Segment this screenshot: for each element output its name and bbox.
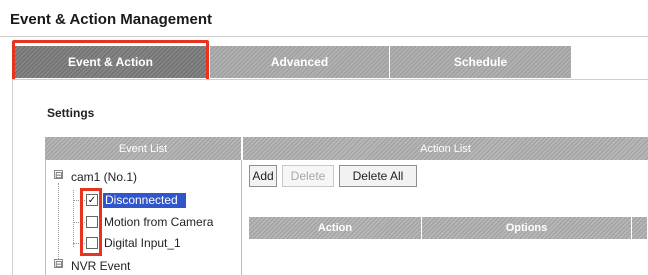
tab-schedule[interactable]: Schedule (390, 46, 572, 78)
delete-button[interactable]: Delete (282, 165, 334, 187)
title-divider (0, 36, 648, 37)
minus-box-icon[interactable]: ⊟ (54, 170, 63, 180)
tab-advanced[interactable]: Advanced (210, 46, 390, 78)
minus-box-icon[interactable]: ⊟ (54, 259, 63, 269)
tree-node-nvr-event[interactable]: NVR Event (71, 259, 130, 273)
tree-item-motion-from-camera[interactable]: Motion from Camera (104, 215, 213, 229)
action-list-header: Action List (243, 137, 648, 160)
tree-node-cam1[interactable]: cam1 (No.1) (71, 170, 137, 184)
tab-highlight-annotation (12, 40, 209, 82)
column-header-options: Options (422, 217, 632, 239)
tree-item-digital-input-1[interactable]: Digital Input_1 (104, 236, 181, 250)
settings-title: Settings (47, 106, 95, 120)
delete-all-button[interactable]: Delete All (339, 165, 417, 187)
checkbox-highlight-annotation (80, 188, 102, 256)
event-list-header: Event List (45, 137, 241, 160)
tree-item-disconnected[interactable]: Disconnected (103, 193, 186, 208)
page-title: Event & Action Management (10, 11, 212, 28)
column-header-action: Action (249, 217, 422, 239)
column-header-extra (632, 217, 648, 239)
tree-connector (58, 183, 59, 261)
tree-connector (73, 190, 74, 247)
add-button[interactable]: Add (249, 165, 277, 187)
